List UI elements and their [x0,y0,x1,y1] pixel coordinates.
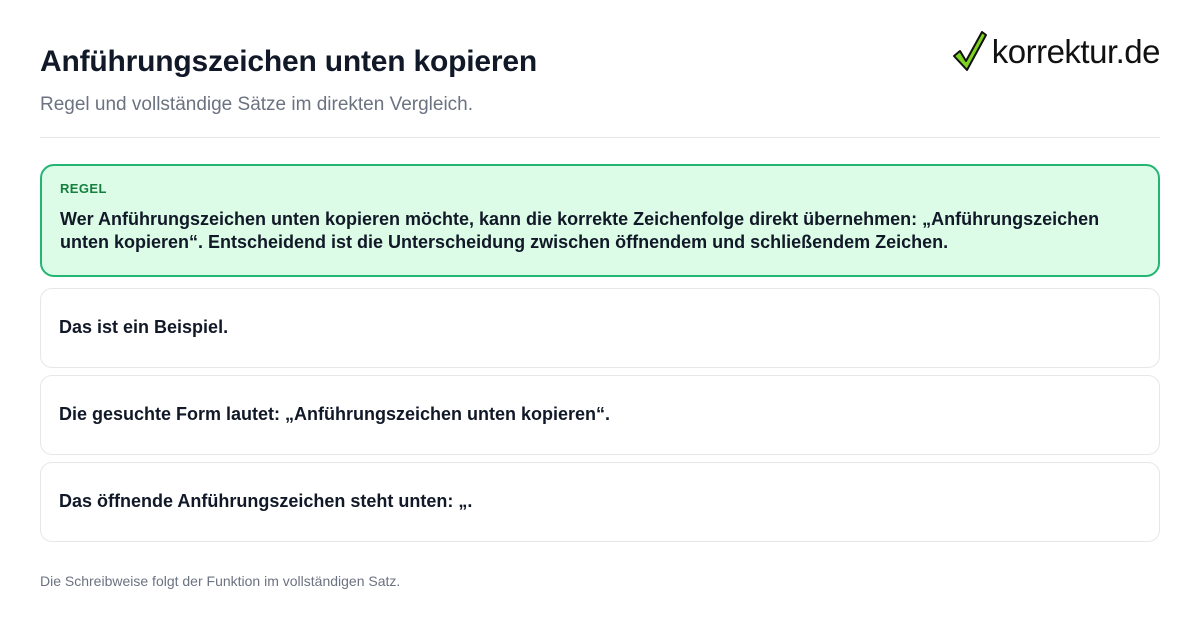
example-card: Das ist ein Beispiel. [40,288,1160,368]
rule-label: REGEL [60,181,107,196]
page-subtitle: Regel und vollständige Sätze im direkten… [40,94,474,115]
checkmark-icon [952,31,987,71]
logo-text: korrektur.de [991,32,1161,70]
example-card: Das öffnende Anführungszeichen steht unt… [40,462,1160,542]
example-sentence: Das ist ein Beispiel. [59,317,229,338]
example-sentence: Das öffnende Anführungszeichen steht unt… [59,491,473,512]
rule-box: REGEL Wer Anführungszeichen unten kopier… [40,164,1160,277]
footer-note: Die Schreibweise folgt der Funktion im v… [40,573,401,589]
rule-text: Wer Anführungszeichen unten kopieren möc… [60,209,1100,252]
example-card: Die gesuchte Form lautet: „Anführungszei… [40,375,1160,455]
example-sentence: Die gesuchte Form lautet: „Anführungszei… [59,404,611,425]
logo[interactable]: korrektur.de [952,30,1161,72]
